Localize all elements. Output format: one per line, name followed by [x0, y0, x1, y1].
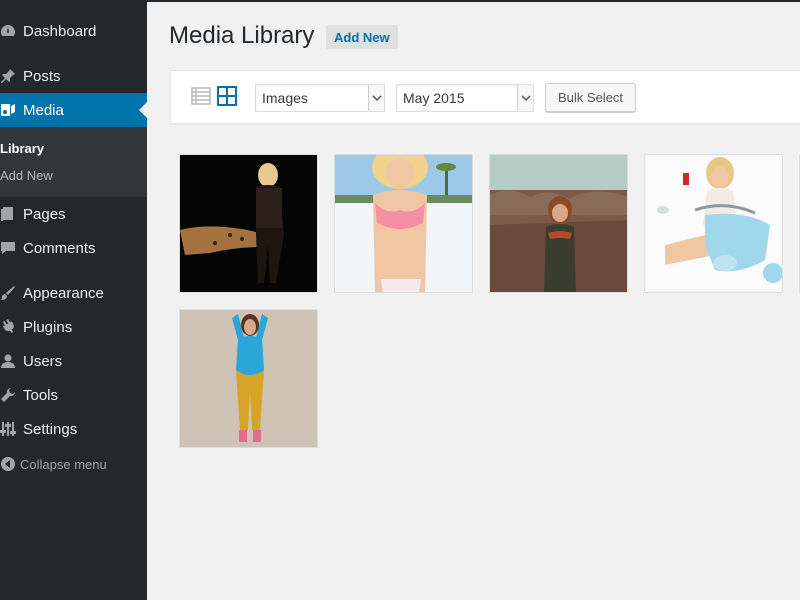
sidebar-item-label: Tools [23, 386, 59, 404]
plug-icon [0, 317, 22, 337]
sidebar-item-pages[interactable]: Pages [0, 197, 147, 231]
thumbnail-image [180, 155, 317, 292]
media-type-filter[interactable]: Images [255, 84, 385, 112]
sidebar-item-label: Dashboard [23, 22, 97, 40]
sidebar-item-comments[interactable]: Comments [0, 231, 147, 265]
media-icon [0, 100, 22, 120]
top-edge-line [147, 0, 800, 2]
media-thumbnail[interactable] [489, 154, 628, 293]
sidebar-item-media[interactable]: Media [0, 93, 147, 127]
media-thumbnail[interactable] [179, 309, 318, 448]
sidebar-item-label: Plugins [23, 318, 73, 336]
sidebar-item-tools[interactable]: Tools [0, 378, 147, 412]
list-view-button[interactable] [190, 85, 212, 107]
sidebar-item-label: Comments [23, 239, 96, 257]
date-filter[interactable]: May 2015 [396, 84, 534, 112]
collapse-menu-button[interactable]: Collapse menu [0, 452, 107, 476]
sidebar-item-users[interactable]: Users [0, 344, 147, 378]
sidebar-item-label: Settings [23, 420, 78, 438]
media-type-filter-value: Images [262, 90, 308, 106]
admin-sidebar: Dashboard Posts Media Library Add New Pa… [0, 0, 147, 600]
collapse-menu-label: Collapse menu [20, 456, 107, 472]
bulk-select-button[interactable]: Bulk Select [545, 83, 637, 112]
page-title: Media Library [169, 22, 315, 49]
submenu-item-add-new[interactable]: Add New [0, 168, 53, 183]
sidebar-item-posts[interactable]: Posts [0, 59, 147, 93]
sidebar-item-label: Posts [23, 67, 61, 85]
sidebar-item-label: Appearance [23, 284, 104, 302]
date-filter-value: May 2015 [403, 90, 465, 106]
sidebar-item-label: Media [23, 101, 64, 119]
media-submenu: Library Add New [0, 127, 147, 197]
thumbnail-image [645, 155, 782, 292]
add-new-button[interactable]: Add New [326, 25, 398, 49]
sidebar-item-settings[interactable]: Settings [0, 412, 147, 446]
user-icon [0, 351, 22, 371]
pages-icon [0, 204, 22, 224]
media-toolbar: Images May 2015 Bulk Select [170, 70, 800, 124]
media-thumbnail[interactable] [334, 154, 473, 293]
sidebar-item-plugins[interactable]: Plugins [0, 310, 147, 344]
grid-view-button[interactable] [216, 85, 238, 107]
chevron-down-icon [368, 85, 384, 111]
sidebar-item-dashboard[interactable]: Dashboard [0, 14, 147, 48]
pin-icon [0, 66, 22, 86]
media-thumbnail[interactable] [644, 154, 783, 293]
brush-icon [0, 283, 22, 303]
list-view-icon [191, 87, 211, 105]
media-thumbnail[interactable] [179, 154, 318, 293]
thumbnail-image [335, 155, 472, 292]
sidebar-item-appearance[interactable]: Appearance [0, 276, 147, 310]
grid-view-icon [217, 86, 237, 106]
collapse-arrow-icon [0, 456, 20, 472]
thumbnail-image [180, 310, 317, 447]
sidebar-item-label: Users [23, 352, 63, 370]
dashboard-icon [0, 21, 22, 41]
sliders-icon [0, 419, 22, 439]
sidebar-item-label: Pages [23, 205, 66, 223]
submenu-item-library[interactable]: Library [0, 141, 44, 156]
chevron-down-icon [517, 85, 533, 111]
thumbnail-image [490, 155, 627, 292]
comment-icon [0, 238, 22, 258]
wrench-icon [0, 385, 22, 405]
